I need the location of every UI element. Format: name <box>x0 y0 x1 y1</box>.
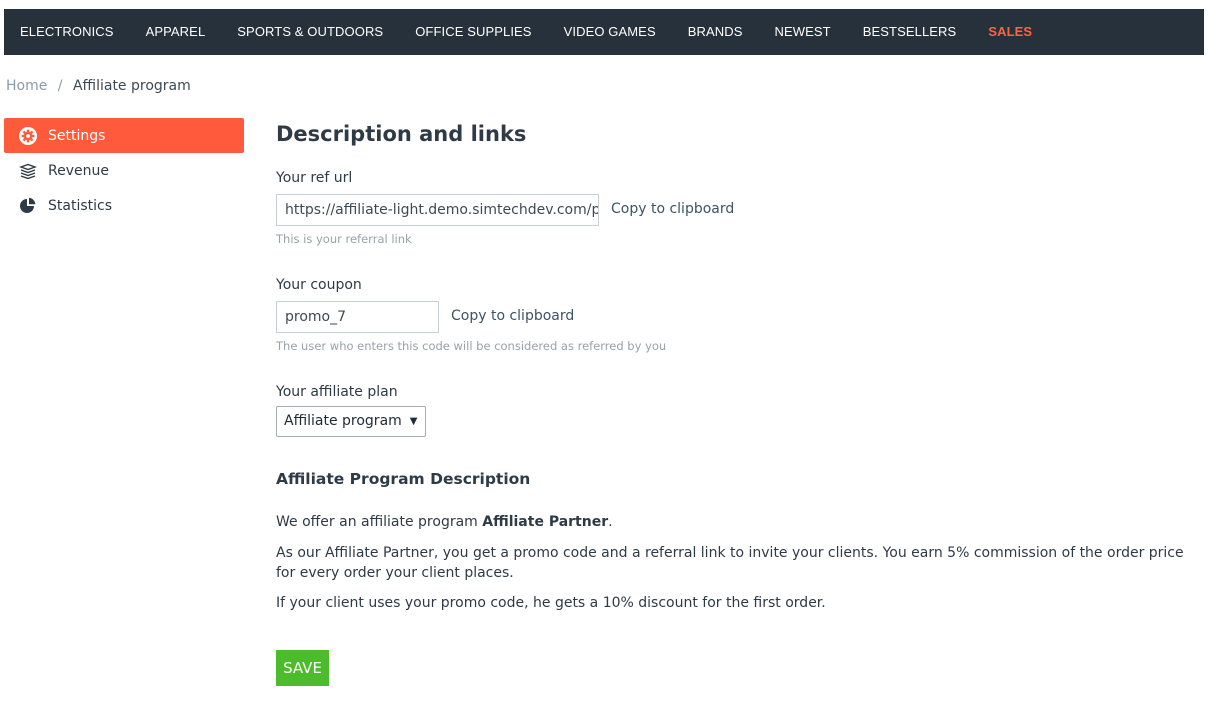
description-heading: Affiliate Program Description <box>276 470 531 488</box>
breadcrumb: Home / Affiliate program <box>6 78 191 94</box>
coupon-label: Your coupon <box>276 277 362 293</box>
breadcrumb-separator: / <box>57 78 63 94</box>
coupon-hint: The user who enters this code will be co… <box>276 339 667 353</box>
ref-url-hint: This is your referral link <box>276 232 412 246</box>
sidebar-item-statistics[interactable]: Statistics <box>4 188 244 223</box>
page-title: Description and links <box>276 122 527 146</box>
description-paragraph-1: We offer an affiliate program Affiliate … <box>276 512 1188 532</box>
nav-sales[interactable]: SALES <box>972 9 1048 55</box>
pie-chart-icon <box>18 196 38 216</box>
sidebar-item-label: Statistics <box>48 197 112 214</box>
sidebar-item-label: Revenue <box>48 162 109 179</box>
affiliate-plan-label: Your affiliate plan <box>276 384 398 400</box>
nav-brands[interactable]: BRANDS <box>672 9 759 55</box>
nav-apparel[interactable]: APPAREL <box>130 9 222 55</box>
ref-url-field[interactable]: https://affiliate-light.demo.simtechdev.… <box>276 194 599 226</box>
affiliate-plan-select[interactable]: Affiliate program ▼ <box>276 406 426 437</box>
nav-electronics[interactable]: ELECTRONICS <box>4 9 130 55</box>
copy-coupon-button[interactable]: Copy to clipboard <box>451 308 574 324</box>
coupon-field[interactable]: promo_7 <box>276 301 439 333</box>
nav-sports-outdoors[interactable]: SPORTS & OUTDOORS <box>221 9 399 55</box>
description-p1-suffix: . <box>608 514 613 530</box>
sidebar-item-label: Settings <box>48 127 106 144</box>
ref-url-label: Your ref url <box>276 170 353 186</box>
sidebar-item-settings[interactable]: Settings <box>4 118 244 153</box>
affiliate-plan-selected: Affiliate program <box>284 413 402 429</box>
description-paragraph-3: If your client uses your promo code, he … <box>276 595 826 611</box>
nav-newest[interactable]: NEWEST <box>759 9 847 55</box>
sidebar-item-revenue[interactable]: Revenue <box>4 153 244 188</box>
sidebar: Settings Revenue Statistics <box>4 118 244 223</box>
copy-ref-url-button[interactable]: Copy to clipboard <box>611 201 734 217</box>
program-name: Affiliate Partner <box>482 514 609 530</box>
gear-icon <box>18 126 38 146</box>
nav-office-supplies[interactable]: OFFICE SUPPLIES <box>399 9 547 55</box>
money-stack-icon <box>18 161 38 181</box>
nav-video-games[interactable]: VIDEO GAMES <box>548 9 672 55</box>
top-navigation: ELECTRONICS APPAREL SPORTS & OUTDOORS OF… <box>4 9 1204 55</box>
save-button[interactable]: SAVE <box>276 650 329 686</box>
description-paragraph-2: As our Affiliate Partner, you get a prom… <box>276 545 1184 581</box>
description-p1-text: We offer an affiliate program <box>276 514 483 530</box>
breadcrumb-current: Affiliate program <box>72 78 191 94</box>
breadcrumb-home[interactable]: Home <box>6 78 47 94</box>
caret-down-icon: ▼ <box>409 416 418 427</box>
nav-bestsellers[interactable]: BESTSELLERS <box>847 9 973 55</box>
